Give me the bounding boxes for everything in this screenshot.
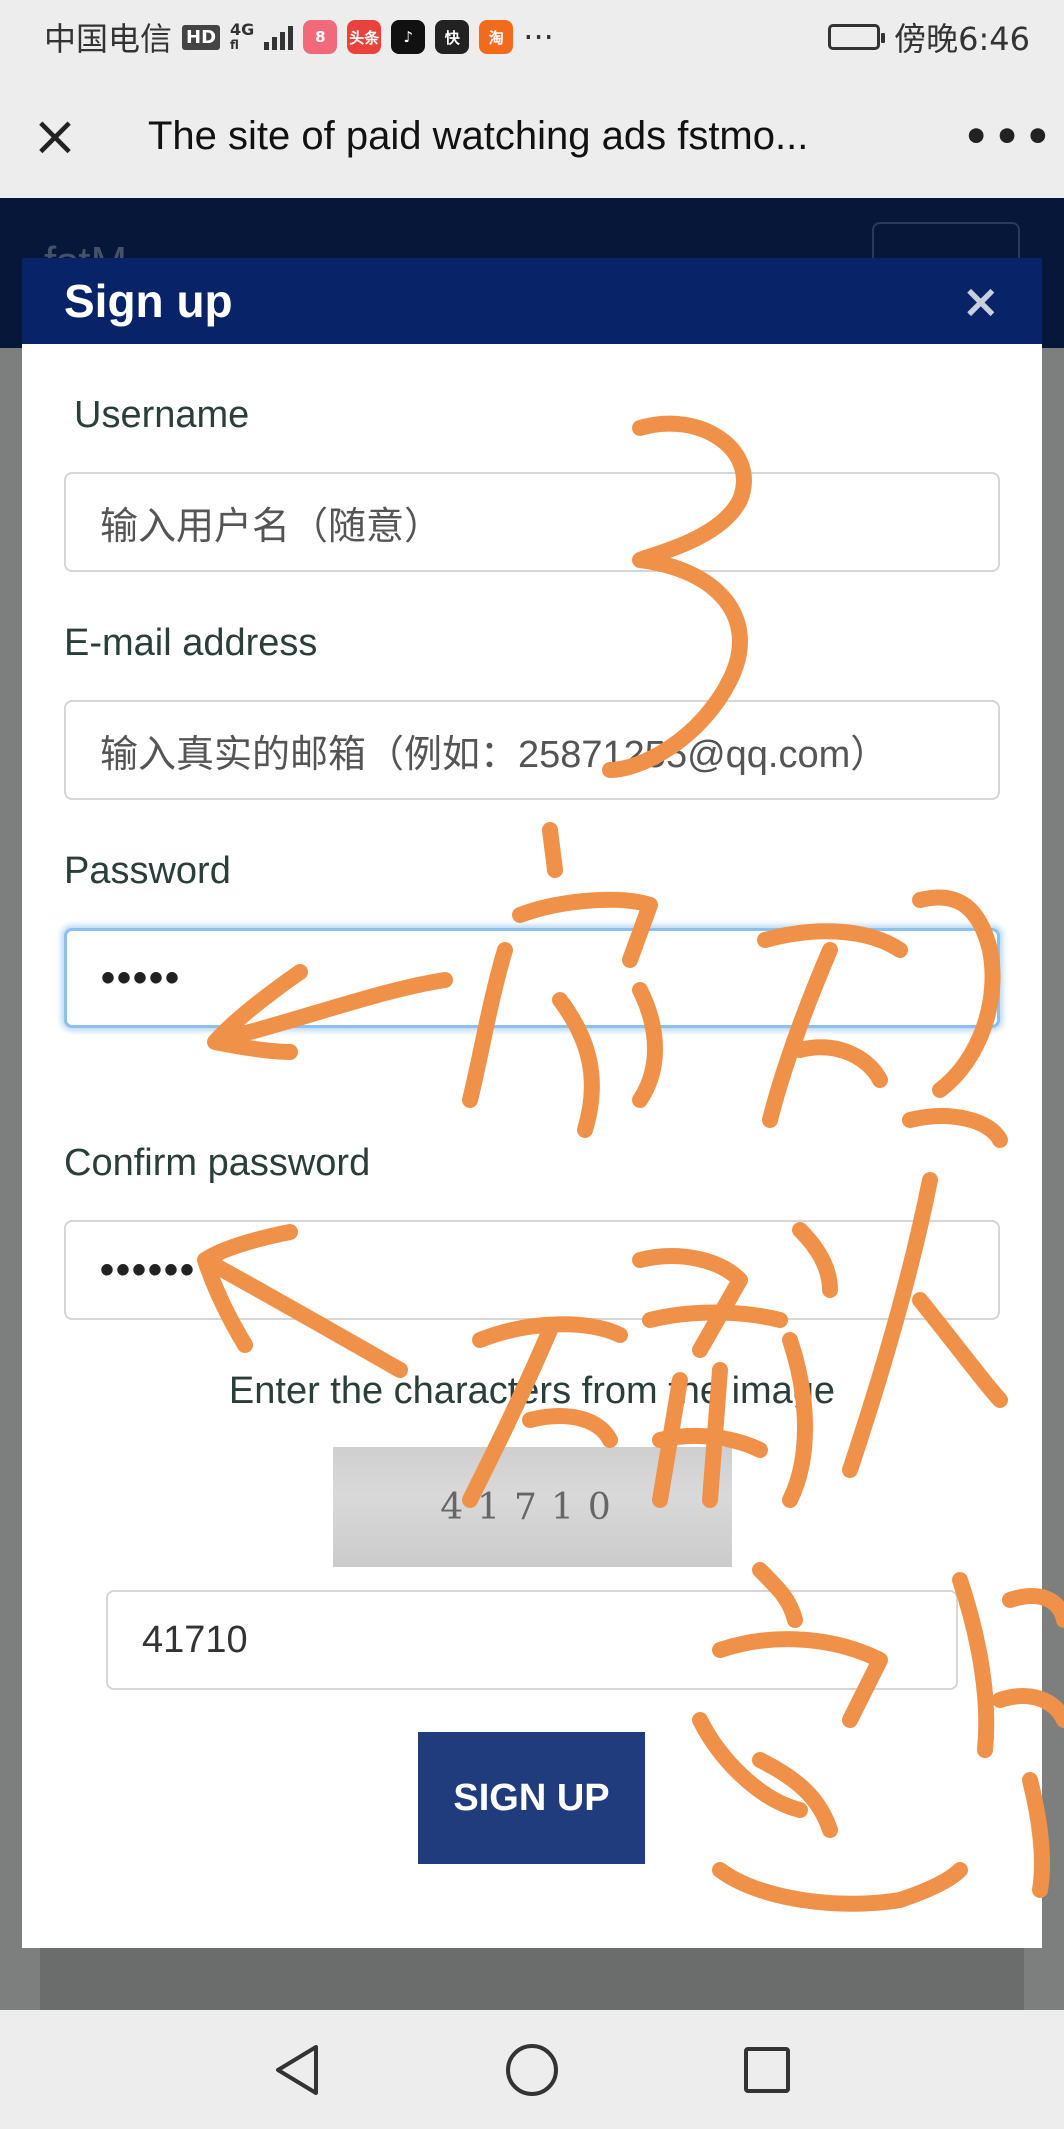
close-icon: × (31, 103, 79, 169)
app-icon-4: 快 (435, 20, 470, 54)
browser-header: × The site of paid watching ads fstmo...… (0, 74, 1064, 198)
notification-app-icons: 8 头条 ♪ 快淘 (303, 20, 514, 54)
email-placeholder: 输入真实的邮箱（例如：25871255@qq.com） (100, 733, 889, 776)
tiktok-icon: ♪ (391, 20, 426, 54)
username-label: Username (74, 394, 250, 436)
confirm-password-label: Confirm password (64, 1142, 371, 1184)
more-dots-icon: ••• (962, 111, 1056, 161)
status-left: 中国电信 HD 4G fl 8 头条 ♪ 快淘 ··· (44, 14, 554, 60)
captcha-input[interactable]: 41710 (106, 1590, 958, 1690)
email-input[interactable]: 输入真实的邮箱（例如：25871255@qq.com） (64, 700, 1000, 800)
signup-button[interactable]: SIGN UP (418, 1732, 645, 1864)
network-type: 4G fl (230, 19, 255, 52)
email-label: E-mail address (64, 622, 318, 664)
captcha-value: 41710 (142, 1618, 248, 1661)
site-footer-strip (40, 1948, 1024, 2010)
modal-title: Sign up (64, 275, 233, 327)
more-notifications-icon: ··· (523, 18, 554, 56)
password-value: ••••• (101, 955, 182, 1000)
status-bar: 中国电信 HD 4G fl 8 头条 ♪ 快淘 ··· 傍晚6:46 (0, 0, 1064, 74)
system-nav-bar (0, 2010, 1064, 2129)
taobao-icon: 淘 (479, 20, 514, 54)
password-label: Password (64, 850, 231, 892)
home-circle-icon (505, 2043, 558, 2096)
confirm-password-value: •••••• (100, 1247, 197, 1292)
username-input[interactable]: 输入用户名（随意） (64, 472, 1000, 572)
captcha-image-text: 41710 (440, 1486, 625, 1528)
modal-header: Sign up × (22, 258, 1042, 344)
captcha-prompt: Enter the characters from the image (228, 1370, 836, 1412)
back-button[interactable] (262, 2035, 332, 2105)
modal-close-button[interactable]: × (961, 274, 1000, 328)
network-type-top: 4G (230, 19, 255, 39)
recents-square-icon (743, 2046, 790, 2093)
close-browser-button[interactable]: × (0, 74, 110, 198)
app-icon-1: 8 (303, 20, 338, 54)
password-input[interactable]: ••••• (64, 928, 1000, 1028)
confirm-password-input[interactable]: •••••• (64, 1220, 1000, 1320)
home-button[interactable] (497, 2035, 567, 2105)
network-type-bottom: fl (230, 37, 239, 52)
page-title: The site of paid watching ads fstmo... (148, 113, 809, 158)
battery-icon (828, 24, 886, 50)
status-right: 傍晚6:46 (828, 14, 1030, 60)
hd-badge: HD (182, 24, 221, 50)
toutiao-icon: 头条 (347, 20, 382, 54)
captcha-image: 41710 (333, 1447, 732, 1567)
recents-button[interactable] (732, 2035, 802, 2105)
username-placeholder: 输入用户名（随意） (100, 505, 443, 548)
signal-icon (264, 24, 294, 50)
back-triangle-icon (276, 2044, 319, 2095)
more-options-button[interactable]: ••• (954, 112, 1064, 161)
carrier-name: 中国电信 (44, 20, 173, 58)
status-time: 傍晚6:46 (894, 20, 1030, 58)
